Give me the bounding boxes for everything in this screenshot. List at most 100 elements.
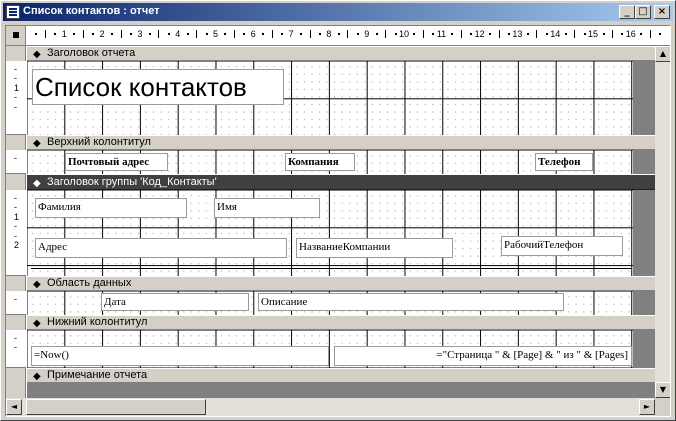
now-expression-field[interactable]: =Now(): [31, 346, 329, 366]
company-label[interactable]: Компания: [285, 153, 355, 171]
section-bar-report-header[interactable]: ◆ Заголовок отчета: [27, 46, 655, 61]
vertical-ruler[interactable]: --1-- - --1--2 - --: [6, 46, 26, 398]
ruler-tick: [422, 30, 424, 38]
ruler-tick: [489, 33, 491, 35]
report-design-surface[interactable]: ◆ Заголовок отчета Список контактов ◆ Ве…: [27, 46, 655, 398]
ruler-tick: [649, 30, 651, 38]
size-grip[interactable]: [655, 398, 670, 416]
ruler-number: 9: [364, 29, 370, 39]
report-title-label[interactable]: Список контактов: [32, 69, 284, 105]
section-detail[interactable]: Дата Описание: [27, 291, 655, 315]
vruler-detail: -: [6, 291, 26, 315]
section-arrow-icon: ◆: [33, 371, 41, 382]
ruler-tick: [224, 33, 227, 35]
ruler-mark: -: [14, 101, 17, 112]
date-field[interactable]: Дата: [101, 293, 249, 311]
ruler-tick: [564, 33, 567, 35]
ruler-number: 5: [213, 29, 219, 39]
ruler-tick: [375, 33, 378, 35]
ruler-number: 16: [625, 29, 636, 39]
address-field[interactable]: Адрес: [35, 238, 287, 258]
ruler-tick: [385, 30, 387, 38]
ruler-number: 14: [550, 29, 561, 39]
ruler-mark: -: [14, 342, 17, 353]
ruler-number: 10: [399, 29, 410, 39]
minimize-button[interactable]: _: [619, 5, 635, 19]
scroll-left-button[interactable]: ◄: [6, 399, 22, 415]
ruler-tick: [337, 33, 340, 35]
description-field[interactable]: Описание: [258, 293, 564, 311]
ruler-tick: [574, 30, 576, 38]
first-name-field[interactable]: Имя: [214, 198, 320, 218]
maximize-button[interactable]: □: [635, 5, 651, 19]
horizontal-scrollbar[interactable]: ◄ ►: [6, 398, 655, 416]
report-window: Список контактов : отчет _ □ × 123456789…: [0, 0, 676, 421]
section-margin: [633, 190, 655, 276]
ruler-tick: [545, 33, 548, 35]
section-arrow-icon: ◆: [33, 49, 41, 60]
section-bar-page-footer[interactable]: ◆ Нижний колонтитул: [27, 315, 655, 330]
ruler-tick: [356, 33, 359, 35]
ruler-number: 3: [137, 29, 143, 39]
ruler-tick: [318, 33, 321, 35]
scroll-down-button[interactable]: ▼: [655, 382, 670, 398]
close-button[interactable]: ×: [654, 5, 670, 19]
section-arrow-icon: ◆: [33, 318, 41, 329]
phone-label[interactable]: Телефон: [535, 153, 593, 171]
report-icon: [6, 5, 20, 19]
ruler-mark: -: [14, 153, 17, 163]
ruler-tick: [470, 33, 473, 35]
ruler-tick: [536, 30, 538, 38]
ruler-tick: [271, 30, 273, 38]
separator-line[interactable]: [31, 268, 631, 269]
section-margin: [633, 150, 655, 174]
ruler-tick: [129, 33, 132, 35]
ruler-number: 1: [61, 29, 67, 39]
section-bar-detail[interactable]: ◆ Область данных: [27, 276, 655, 291]
ruler-number: 2: [99, 29, 105, 39]
ruler-number: 8: [326, 29, 332, 39]
work-phone-field[interactable]: РабочийТелефон: [501, 236, 623, 256]
ruler-tick: [111, 33, 113, 35]
section-page-header[interactable]: Почтовый адрес Компания Телефон: [27, 150, 655, 174]
ruler-tick: [205, 33, 208, 35]
horizontal-ruler[interactable]: 1 2 3 4 5 6 7 8 9 10 11 12 13 14 15 16: [26, 26, 670, 46]
ruler-mark: -: [14, 92, 17, 103]
ruler-tick: [611, 30, 613, 38]
title-bar[interactable]: Список контактов : отчет _ □ ×: [3, 3, 673, 21]
vruler-page-footer: --: [6, 330, 26, 368]
section-group-header[interactable]: Фамилия Имя Адрес НазваниеКомпании Рабоч…: [27, 190, 655, 276]
section-page-footer[interactable]: =Now() ="Страница " & [Page] & " из " & …: [27, 330, 655, 368]
postal-address-label[interactable]: Почтовый адрес: [65, 153, 168, 171]
company-name-field[interactable]: НазваниеКомпании: [296, 238, 453, 258]
ruler-tick: [148, 33, 151, 35]
vertical-scrollbar[interactable]: ▲ ▼: [655, 46, 670, 398]
page-number-field[interactable]: ="Страница " & [Page] & " из " & [Pages]: [334, 346, 632, 366]
ruler-tick: [451, 33, 454, 35]
section-bar-group-header[interactable]: ◆ Заголовок группы 'Код_Контакты': [27, 175, 655, 190]
scroll-thumb[interactable]: [26, 399, 206, 415]
section-margin: [633, 61, 655, 135]
section-bar-report-footer[interactable]: ◆ Примечание отчета: [27, 368, 655, 383]
ruler-tick: [82, 30, 84, 38]
section-arrow-icon: ◆: [33, 279, 41, 290]
select-report-button[interactable]: [6, 26, 26, 46]
ruler-tick: [498, 30, 500, 38]
ruler-number: 6: [250, 29, 256, 39]
scroll-track[interactable]: [655, 62, 670, 382]
scroll-right-button[interactable]: ►: [639, 399, 655, 415]
section-bar-page-header[interactable]: ◆ Верхний колонтитул: [27, 135, 655, 150]
ruler-tick: [243, 33, 246, 35]
ruler-tick: [233, 30, 235, 38]
ruler-number: 11: [436, 29, 447, 39]
scroll-up-button[interactable]: ▲: [655, 46, 670, 62]
empty-area: [27, 383, 655, 398]
ruler-tick: [167, 33, 170, 35]
ruler-tick: [621, 33, 624, 35]
last-name-field[interactable]: Фамилия: [35, 198, 187, 218]
ruler-tick: [602, 33, 605, 35]
ruler-tick: [394, 33, 397, 35]
ruler-number: 12: [474, 29, 485, 39]
ruler-tick: [196, 30, 198, 38]
section-report-header[interactable]: Список контактов: [27, 61, 655, 135]
